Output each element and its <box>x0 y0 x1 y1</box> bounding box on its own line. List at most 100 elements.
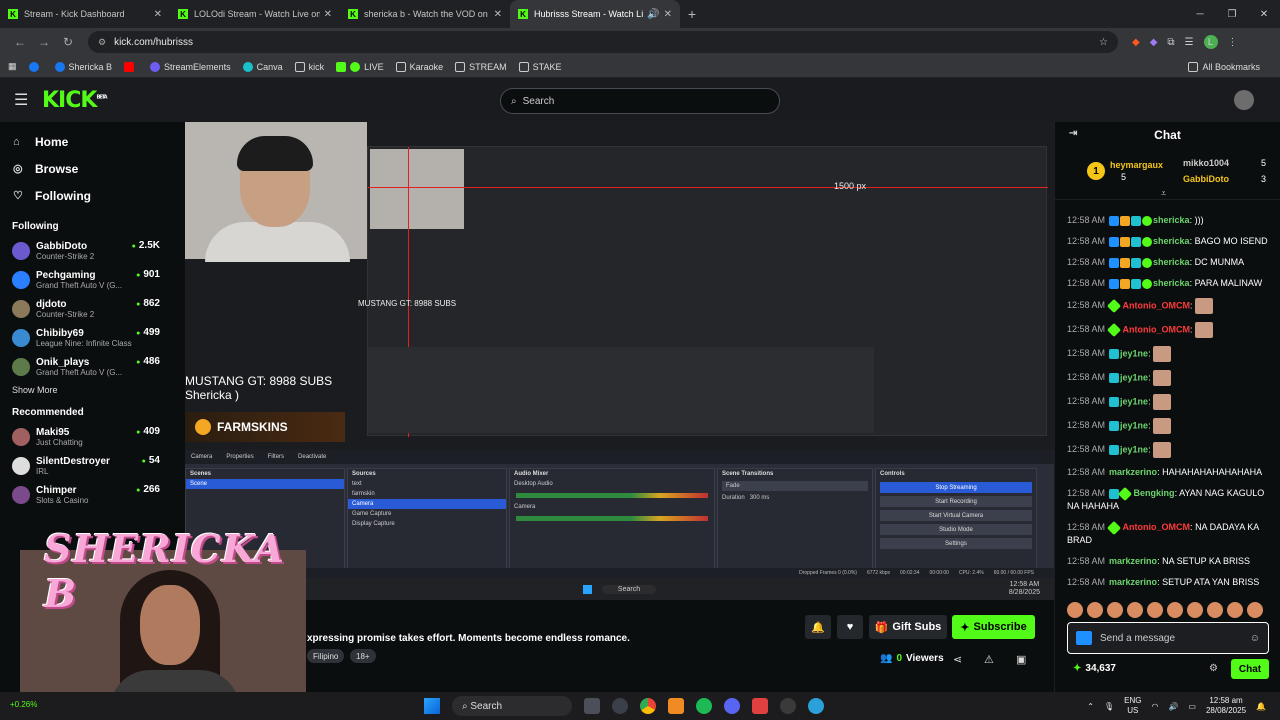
show-more-link[interactable]: Show More <box>0 385 172 395</box>
battery-icon[interactable]: ▭ <box>1188 702 1196 711</box>
stop-streaming-button[interactable]: Stop Streaming <box>880 482 1032 493</box>
channel-points[interactable]: ✦ 34,637 <box>1073 663 1116 674</box>
leaderboard-user[interactable]: mikko1004 <box>1183 158 1229 168</box>
clock[interactable]: 12:58 am 28/08/2025 <box>1206 696 1246 716</box>
browser-tab[interactable]: K LOLOdi Stream - Watch Live on ✕ <box>170 0 340 28</box>
site-info-icon[interactable]: ⚙ <box>98 37 106 48</box>
emote-icon[interactable] <box>1167 602 1183 618</box>
sidebar-channel[interactable]: Onik_playsGrand Theft Auto V (G...486 <box>0 352 172 381</box>
sidebar-channel[interactable]: SilentDestroyerIRL54 <box>0 451 172 480</box>
maximize-icon[interactable]: ❐ <box>1216 0 1248 28</box>
new-tab-button[interactable]: + <box>680 0 704 28</box>
wifi-icon[interactable]: ◠ <box>1151 702 1158 711</box>
close-window-icon[interactable]: ✕ <box>1248 0 1280 28</box>
browser-tab[interactable]: Kshericka b - Watch the VOD on ✕ <box>340 0 510 28</box>
report-icon[interactable]: ⚠ <box>984 653 994 666</box>
back-icon[interactable]: ← <box>8 35 32 49</box>
chat-message-input[interactable]: Send a message ☺ <box>1067 622 1269 654</box>
app-icon[interactable] <box>752 698 768 714</box>
sidebar-channel[interactable]: Maki95Just Chatting409 <box>0 422 172 451</box>
hamburger-menu-icon[interactable]: ☰ <box>14 90 34 110</box>
all-bookmarks[interactable]: All Bookmarks <box>1188 61 1260 72</box>
start-virtual-camera-button[interactable]: Start Virtual Camera <box>880 510 1032 521</box>
emote-icon[interactable] <box>1147 602 1163 618</box>
notification-bell-button[interactable]: 🔔 <box>805 615 831 639</box>
bookmark-star-icon[interactable]: ☆ <box>1099 37 1108 48</box>
forward-icon[interactable]: → <box>32 35 56 49</box>
sidebar-channel[interactable]: Chibiby69League Nine: Infinite Class499 <box>0 323 172 352</box>
studio-mode-button[interactable]: Studio Mode <box>880 524 1032 535</box>
more-icon[interactable]: ▣ <box>1016 653 1026 666</box>
discord-icon[interactable] <box>724 698 740 714</box>
follow-heart-button[interactable]: ♥ <box>837 615 863 639</box>
app-icon[interactable] <box>612 698 628 714</box>
nav-following[interactable]: ♡ Following <box>0 182 172 209</box>
start-recording-button[interactable]: Start Recording <box>880 496 1032 507</box>
taskbar-search[interactable]: ⌕ Search <box>452 696 572 716</box>
reload-icon[interactable]: ↻ <box>56 35 80 49</box>
emote-icon[interactable] <box>1067 602 1083 618</box>
chrome-icon[interactable] <box>640 698 656 714</box>
telegram-icon[interactable] <box>808 698 824 714</box>
video-player[interactable]: 1500 px MUSTANG GT: 8988 SUBS MUSTANG GT… <box>185 122 1054 600</box>
close-icon[interactable]: ✕ <box>324 9 332 20</box>
user-avatar[interactable] <box>1234 90 1254 110</box>
minimize-icon[interactable]: ─ <box>1184 0 1216 28</box>
app-icon[interactable] <box>584 698 600 714</box>
reading-list-icon[interactable]: ☰ <box>1185 37 1194 48</box>
emote-icon[interactable] <box>1187 602 1203 618</box>
leaderboard-user[interactable]: GabbiDoto <box>1183 174 1229 184</box>
gift-subs-button[interactable]: 🎁 Gift Subs <box>869 615 947 639</box>
bookmark-item[interactable]: Karaoke <box>395 61 443 72</box>
emote-icon[interactable] <box>1127 602 1143 618</box>
emoji-icon[interactable]: ☺ <box>1250 633 1260 644</box>
nav-browse[interactable]: ◎ Browse <box>0 155 172 182</box>
apps-icon[interactable]: ▦ <box>8 61 17 72</box>
microphone-icon[interactable]: 🎙 <box>1104 702 1114 711</box>
emote-icon[interactable] <box>1227 602 1243 618</box>
subscribe-button[interactable]: ✦ Subscribe <box>952 615 1035 639</box>
bookmark-item[interactable]: STAKE <box>518 61 562 72</box>
bookmark-item[interactable]: StreamElements <box>150 61 231 72</box>
leaderboard-user[interactable]: heymargaux <box>1110 160 1163 170</box>
browser-tab-active[interactable]: K Hubrisss Stream - Watch Li 🔊 ✕ <box>510 0 680 28</box>
bookmark-item[interactable]: kick <box>294 61 324 72</box>
search-input[interactable]: ⌕ Search <box>500 88 780 114</box>
stock-widget[interactable]: +0.26% <box>10 700 37 709</box>
sidebar-channel[interactable]: ChimperSlots & Casino266 <box>0 480 172 509</box>
close-icon[interactable]: ✕ <box>494 9 502 20</box>
extension-icon[interactable]: ◆ <box>1132 37 1140 48</box>
bookmark-item[interactable]: LIVE <box>336 61 384 72</box>
emote-icon[interactable] <box>1247 602 1263 618</box>
bookmark-item[interactable]: Canva <box>242 61 283 72</box>
browser-tab[interactable]: K Stream - Kick Dashboard ✕ <box>0 0 170 28</box>
sidebar-channel[interactable]: djdotoCounter-Strike 2862 <box>0 294 172 323</box>
close-icon[interactable]: ✕ <box>154 9 162 20</box>
notification-icon[interactable]: 🔔 <box>1256 702 1266 711</box>
extension-icon[interactable]: ◆ <box>1150 37 1158 48</box>
app-icon[interactable] <box>668 698 684 714</box>
emote-icon[interactable] <box>1087 602 1103 618</box>
spotify-icon[interactable] <box>696 698 712 714</box>
sidebar-channel[interactable]: PechgamingGrand Theft Auto V (G...901 <box>0 265 172 294</box>
close-icon[interactable]: ✕ <box>664 9 672 20</box>
nav-home[interactable]: ⌂ Home <box>0 128 172 155</box>
collapse-chat-icon[interactable]: ⇥ <box>1069 128 1077 139</box>
kick-logo[interactable]: KICKBETA <box>42 88 108 113</box>
profile-avatar[interactable]: L <box>1203 35 1218 49</box>
expand-icon[interactable]: ⩡ <box>1161 188 1166 199</box>
bookmark-item[interactable]: Shericka B <box>54 61 112 72</box>
chevron-up-icon[interactable]: ⌃ <box>1087 702 1094 711</box>
address-bar[interactable]: ⚙ kick.com/hubrisss ☆ <box>88 31 1118 53</box>
menu-icon[interactable]: ⋮ <box>1228 37 1238 48</box>
puzzle-icon[interactable]: ⧉ <box>1167 37 1174 48</box>
emote-icon[interactable] <box>1207 602 1223 618</box>
windows-start-icon[interactable] <box>424 698 440 714</box>
tag-language[interactable]: Filipino <box>307 649 345 663</box>
obs-icon[interactable] <box>780 698 796 714</box>
volume-icon[interactable]: 🔊 <box>1168 702 1178 711</box>
chat-send-button[interactable]: Chat <box>1231 659 1269 679</box>
settings-button[interactable]: Settings <box>880 538 1032 549</box>
share-icon[interactable]: ⋖ <box>953 653 962 666</box>
language-indicator[interactable]: ENG US <box>1124 696 1141 716</box>
